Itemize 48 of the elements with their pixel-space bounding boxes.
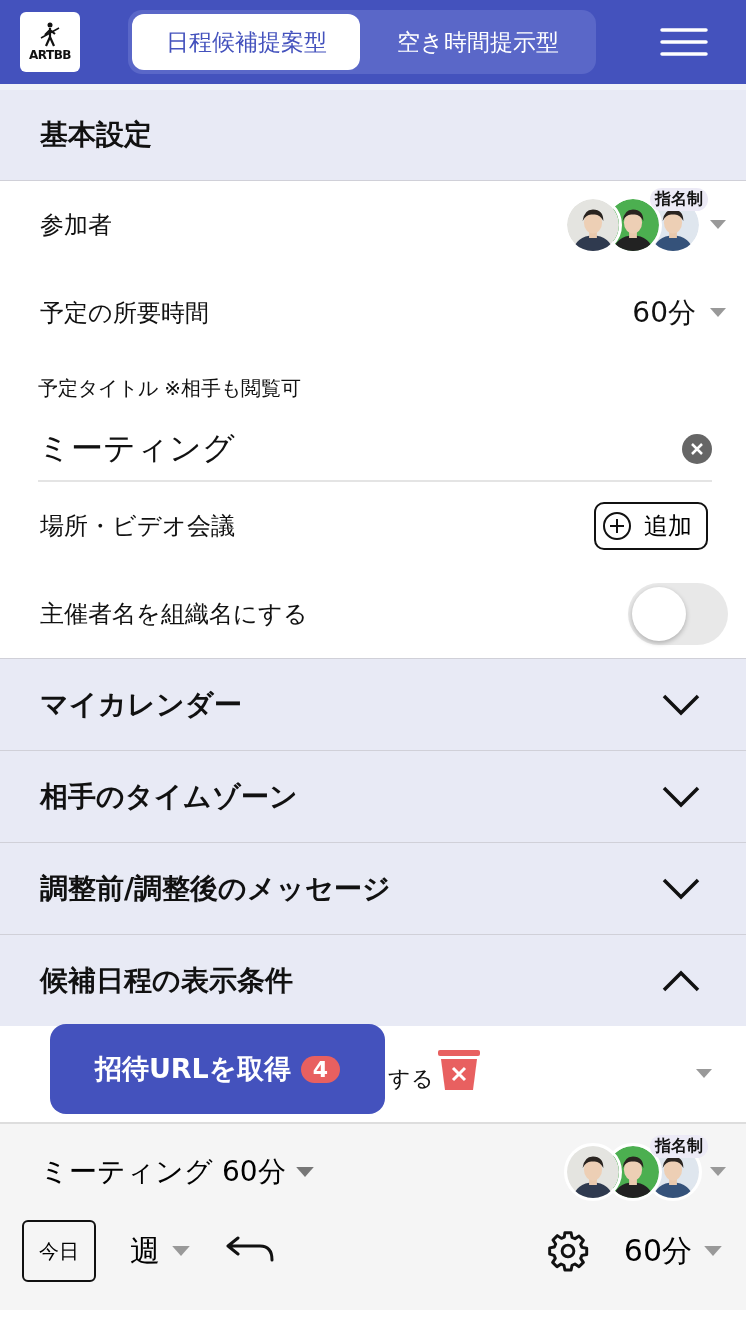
chevron-up-icon xyxy=(662,969,700,992)
section-title: 候補日程の表示条件 xyxy=(40,962,293,999)
section-title: 調整前/調整後のメッセージ xyxy=(40,870,392,907)
chevron-down-icon xyxy=(662,877,700,900)
settings-icon[interactable] xyxy=(545,1229,590,1273)
caret-icon xyxy=(172,1245,190,1257)
designation-badge: 指名制 xyxy=(650,1135,708,1158)
mode-tab[interactable]: 日程候補提案型 xyxy=(132,14,360,70)
section-title: 基本設定 xyxy=(40,117,152,153)
toggle-switch[interactable] xyxy=(628,583,728,645)
duration-value[interactable]: 60分 xyxy=(632,294,696,332)
accordion-header[interactable]: 調整前/調整後のメッセージ xyxy=(0,842,746,934)
condition-text: する xyxy=(388,1065,434,1093)
organizer-label: 主催者名を組織名にする xyxy=(40,599,308,630)
caret-icon xyxy=(696,1069,712,1079)
invite-url-button[interactable]: 招待URLを取得 4 xyxy=(50,1024,385,1114)
section-title: マイカレンダー xyxy=(40,686,242,723)
count-badge: 4 xyxy=(300,1055,341,1083)
trash-icon[interactable] xyxy=(438,1050,480,1090)
accordion-header[interactable]: 候補日程の表示条件 xyxy=(0,934,746,1026)
plus-icon xyxy=(602,511,632,541)
app-logo[interactable]: ARTBB xyxy=(20,12,80,72)
slot-duration-selector[interactable]: 60分 xyxy=(623,1230,722,1272)
logo-text: ARTBB xyxy=(29,48,71,62)
clear-icon[interactable] xyxy=(682,434,712,464)
today-button[interactable]: 今日 xyxy=(22,1220,96,1282)
chevron-down-icon xyxy=(662,785,700,808)
caret-icon xyxy=(710,220,726,230)
participants-label: 参加者 xyxy=(40,210,112,241)
duration-label: 予定の所要時間 xyxy=(40,298,209,329)
caret-icon xyxy=(295,1166,314,1178)
add-button[interactable]: 追加 xyxy=(594,502,708,550)
caret-icon xyxy=(710,308,726,318)
menu-icon[interactable] xyxy=(660,27,708,57)
section-title: 相手のタイムゾーン xyxy=(40,778,298,815)
title-field-label: 予定タイトル ※相手も閲覧可 xyxy=(38,375,303,402)
accordion-header[interactable]: マイカレンダー xyxy=(0,658,746,750)
walking-figure-icon xyxy=(38,22,62,48)
designation-badge: 指名制 xyxy=(650,188,708,211)
chevron-down-icon xyxy=(662,693,700,716)
mode-tab[interactable]: 空き時間提示型 xyxy=(364,14,592,70)
title-input-field[interactable]: ミーティング xyxy=(38,418,712,482)
accordion-header[interactable]: 相手のタイムゾーン xyxy=(0,750,746,842)
location-label: 場所・ビデオ会議 xyxy=(40,511,235,542)
caret-icon xyxy=(710,1167,726,1177)
event-selector[interactable]: ミーティング 60分 xyxy=(40,1153,314,1191)
view-selector[interactable]: 週 xyxy=(130,1230,190,1272)
caret-icon xyxy=(704,1245,722,1257)
